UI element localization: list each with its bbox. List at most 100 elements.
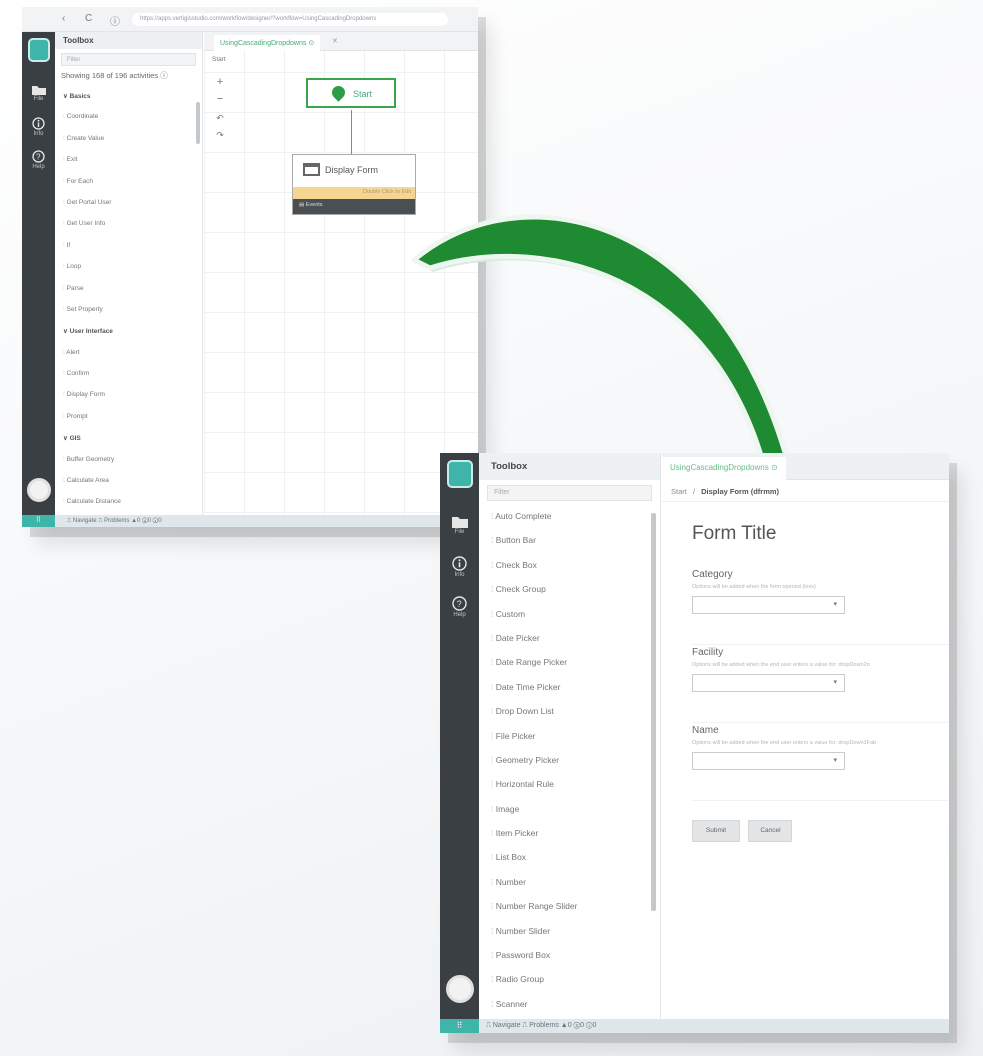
- toolbox-activity[interactable]: ⁞ Buffer Geometry: [55, 449, 202, 470]
- toolbox-scrollbar[interactable]: [196, 102, 200, 144]
- toolbox-activity[interactable]: ⁞ Prompt: [55, 406, 202, 427]
- toolbox-form-element[interactable]: ⁞ Auto Complete: [479, 505, 660, 529]
- toolbox-form-element[interactable]: ⁞ Check Group: [479, 578, 660, 602]
- status-text[interactable]: ⎍ Navigate ⎍ Problems ▲0 ⓧ0 ⓘ0: [486, 1022, 596, 1029]
- display-form-node[interactable]: Display Form Double Click to Edit ▤ Even…: [292, 154, 416, 215]
- toolbox-scrollbar[interactable]: [651, 513, 656, 911]
- file-button[interactable]: File: [22, 84, 55, 102]
- connector-line: [351, 110, 352, 155]
- close-tab-icon[interactable]: ✕: [332, 37, 338, 45]
- app-logo-icon[interactable]: [446, 460, 473, 488]
- user-avatar[interactable]: [445, 975, 474, 1003]
- help-button[interactable]: ? Help: [440, 596, 479, 618]
- breadcrumb[interactable]: Start: [212, 56, 226, 63]
- status-bar: ⠿ ⎍ Navigate ⎍ Problems ▲0 ⓧ0 ⓘ0: [440, 1019, 949, 1033]
- redo-icon[interactable]: ↷: [212, 130, 228, 141]
- toolbox-form-element[interactable]: ⁞ Custom: [479, 603, 660, 627]
- toolbox-form-element[interactable]: ⁞ Scanner: [479, 993, 660, 1017]
- chevron-down-icon: ▾: [833, 679, 837, 686]
- toolbox-form-element[interactable]: ⁞ Geometry Picker: [479, 749, 660, 773]
- activity-count: Showing 168 of 196 activities ⓘ: [61, 71, 168, 80]
- start-node[interactable]: Start: [306, 78, 396, 108]
- toolbox-form-element[interactable]: ⁞ Password Box: [479, 944, 660, 968]
- back-icon[interactable]: ‹: [62, 13, 65, 24]
- toolbox-form-element[interactable]: ⁞ Number Range Slider: [479, 895, 660, 919]
- form-field: Facility Options will be added when the e…: [692, 645, 949, 723]
- toolbox-form-element[interactable]: ⁞ Horizontal Rule: [479, 773, 660, 797]
- filter-input[interactable]: Filter: [61, 53, 196, 66]
- breadcrumb-start[interactable]: Start: [671, 487, 687, 496]
- zoom-in-icon[interactable]: +: [212, 76, 228, 88]
- user-avatar[interactable]: [26, 478, 51, 502]
- dropdown-select[interactable]: ▾: [692, 674, 845, 692]
- toolbox-activity[interactable]: ⁞ Coordinate: [55, 106, 202, 127]
- toolbox-form-element[interactable]: ⁞ Date Picker: [479, 627, 660, 651]
- info-icon: [452, 556, 467, 571]
- toolbox-form-element[interactable]: ⁞ Number Slider: [479, 920, 660, 944]
- app-logo-icon[interactable]: [27, 38, 50, 62]
- filter-input[interactable]: Filter: [487, 485, 652, 501]
- toolbox-activity[interactable]: ⁞ Display Form: [55, 384, 202, 405]
- cancel-button[interactable]: Cancel: [748, 820, 793, 842]
- toolbox-activity[interactable]: ⁞ Calculate Area: [55, 470, 202, 491]
- dropdown-select[interactable]: ▾: [692, 752, 845, 770]
- toolbox-form-element[interactable]: ⁞ Item Picker: [479, 822, 660, 846]
- toolbox-category[interactable]: ∨ Basics: [55, 85, 202, 106]
- toolbox-activity[interactable]: ⁞ Parse: [55, 278, 202, 299]
- status-text[interactable]: ⎍ Navigate ⎍ Problems ▲0 ⓧ0 ⓘ0: [67, 518, 162, 524]
- reload-icon[interactable]: C: [85, 13, 92, 24]
- form-preview-pane: UsingCascadingDropdowns ⊙ Start / Displa…: [662, 453, 949, 1019]
- toolbox-activity[interactable]: ⁞ Get Portal User: [55, 192, 202, 213]
- toolbox-form-element[interactable]: ⁞ Date Time Picker: [479, 676, 660, 700]
- toolbox-form-element[interactable]: ⁞ Drop Down List: [479, 700, 660, 724]
- zoom-out-icon[interactable]: −: [212, 93, 228, 105]
- folder-icon: [31, 86, 46, 95]
- breadcrumb-separator: /: [692, 487, 696, 496]
- toolbox-form-element[interactable]: ⁞ Button Bar: [479, 529, 660, 553]
- form-title[interactable]: Form Title: [692, 523, 949, 567]
- toolbox-activity[interactable]: ⁞ Alert: [55, 342, 202, 363]
- toolbox-category[interactable]: ∨ User Interface: [55, 320, 202, 341]
- toolbox-category[interactable]: ∨ GIS: [55, 427, 202, 448]
- dropdown-select[interactable]: ▾: [692, 596, 845, 614]
- site-info-icon[interactable]: ⓘ: [110, 13, 120, 28]
- folder-icon: [451, 517, 468, 528]
- toolbox-form-element[interactable]: ⁞ Number: [479, 871, 660, 895]
- node-events[interactable]: ▤ Events: [293, 199, 415, 214]
- help-button[interactable]: ? Help: [22, 150, 55, 170]
- tab-workflow[interactable]: UsingCascadingDropdowns ⊙: [214, 35, 321, 51]
- tab-workflow[interactable]: UsingCascadingDropdowns ⊙: [662, 457, 786, 480]
- submit-button[interactable]: Submit: [692, 820, 740, 842]
- info-button[interactable]: Info: [440, 556, 479, 578]
- app-rail: File Info ? Help: [22, 32, 55, 527]
- file-button[interactable]: File: [440, 515, 479, 535]
- toolbox-activity[interactable]: ⁞ For Each: [55, 171, 202, 192]
- svg-text:?: ?: [36, 153, 41, 162]
- toolbox-form-element[interactable]: ⁞ Date Range Picker: [479, 651, 660, 675]
- toolbox-activity[interactable]: ⁞ Loop: [55, 256, 202, 277]
- toolbox-form-element[interactable]: ⁞ Radio Group: [479, 968, 660, 992]
- toolbox-activity[interactable]: ⁞ Calculate Distance: [55, 491, 202, 512]
- info-button[interactable]: Info: [22, 117, 55, 137]
- canvas-controls: + − ↶ ↷: [212, 76, 228, 141]
- toolbox-form-element[interactable]: ⁞ List Box: [479, 846, 660, 870]
- toolbox-form-element[interactable]: ⁞ File Picker: [479, 725, 660, 749]
- svg-text:?: ?: [457, 599, 462, 609]
- breadcrumb-current: Display Form (dfrmm): [701, 487, 780, 496]
- apps-grid-icon[interactable]: ⠿: [22, 515, 55, 527]
- toolbox-form-element[interactable]: ⁞ Check Box: [479, 554, 660, 578]
- address-bar[interactable]: https://apps.vertigisstudio.com/workflow…: [132, 13, 448, 26]
- apps-grid-icon[interactable]: ⠿: [440, 1019, 479, 1033]
- toolbox-panel: Toolbox Filter ⁞ Auto Complete ⁞ Button B…: [479, 453, 661, 1019]
- toolbox-form-element[interactable]: ⁞ Image: [479, 798, 660, 822]
- toolbox-activity[interactable]: ⁞ Get User Info: [55, 213, 202, 234]
- toolbox-activity[interactable]: ⁞ If: [55, 235, 202, 256]
- toolbox-activity[interactable]: ⁞ Confirm: [55, 363, 202, 384]
- toolbox-activity[interactable]: ⁞ Create Value: [55, 128, 202, 149]
- form-canvas: Form Title Category Options will be added…: [662, 523, 949, 842]
- form-buttons: Submit Cancel: [692, 819, 949, 842]
- chevron-down-icon: ▾: [833, 601, 837, 608]
- toolbox-activity[interactable]: ⁞ Set Property: [55, 299, 202, 320]
- toolbox-activity[interactable]: ⁞ Exit: [55, 149, 202, 170]
- undo-icon[interactable]: ↶: [212, 113, 228, 124]
